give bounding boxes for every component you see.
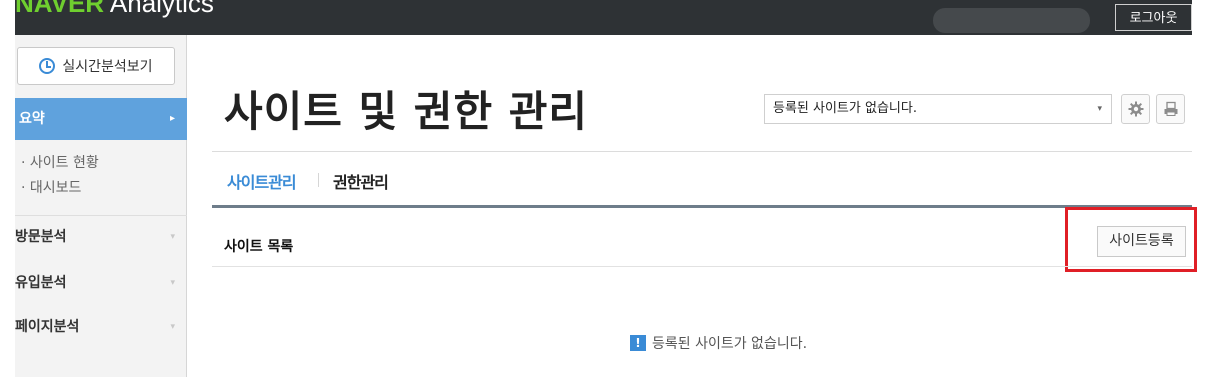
site-select-value: 등록된 사이트가 없습니다. (773, 101, 917, 116)
chevron-down-icon: ▾ (170, 278, 175, 288)
chevron-right-icon: ▸ (169, 113, 175, 124)
clock-icon (39, 58, 56, 74)
info-icon: ! (630, 335, 646, 351)
sidebar-divider (15, 215, 187, 216)
sidebar-item-inflow-analysis[interactable]: 유입분석 ▾ (15, 263, 187, 303)
top-bar: NAVER Analytics 로그아웃 (15, 0, 1192, 35)
register-site-button[interactable]: 사이트등록 (1097, 226, 1186, 257)
settings-button[interactable] (1121, 94, 1150, 124)
sidebar-subitem-dashboard[interactable]: · 대시보드 (15, 176, 187, 201)
sidebar-item-visit-analysis[interactable]: 방문분석 ▾ (15, 217, 187, 257)
site-list-title: 사이트 목록 (224, 239, 294, 255)
tab-separator (318, 173, 319, 187)
print-button[interactable] (1156, 94, 1185, 124)
list-divider (212, 266, 1192, 267)
chevron-down-icon: ▾ (170, 232, 175, 242)
summary-submenu: · 사이트 현황 · 대시보드 (15, 151, 187, 201)
site-select[interactable]: 등록된 사이트가 없습니다. ▾ (764, 94, 1112, 124)
sidebar-item-label: 유입분석 (15, 275, 67, 291)
realtime-analysis-button[interactable]: 실시간분석보기 (17, 47, 175, 85)
tab-permission-management[interactable]: 권한관리 (333, 169, 389, 193)
realtime-analysis-label: 실시간분석보기 (62, 59, 153, 75)
page-title: 사이트 및 권한 관리 (224, 87, 588, 136)
sidebar-item-summary-label: 요약 (19, 111, 45, 127)
gear-icon (1128, 101, 1143, 117)
empty-state: ! 등록된 사이트가 없습니다. (630, 333, 807, 353)
tab-underline (212, 205, 1192, 208)
logo-brand: NAVER (15, 0, 105, 18)
logout-button[interactable]: 로그아웃 (1115, 4, 1192, 31)
print-icon (1164, 101, 1177, 116)
empty-state-text: 등록된 사이트가 없습니다. (652, 336, 808, 352)
sidebar: 실시간분석보기 요약 ▸ · 사이트 현황 · 대시보드 방문분석 ▾ 유입분석… (15, 35, 187, 377)
chevron-down-icon: ▾ (1097, 104, 1102, 114)
chevron-down-icon: ▾ (170, 322, 175, 332)
logo-product: Analytics (109, 0, 214, 18)
sidebar-item-label: 페이지분석 (15, 319, 80, 335)
sidebar-item-summary[interactable]: 요약 ▸ (15, 98, 187, 140)
logo[interactable]: NAVER Analytics (15, 0, 214, 19)
user-info[interactable] (933, 8, 1090, 33)
sidebar-item-page-analysis[interactable]: 페이지분석 ▾ (15, 307, 187, 347)
sidebar-subitem-site-status[interactable]: · 사이트 현황 (15, 151, 187, 176)
tab-site-management[interactable]: 사이트관리 (227, 169, 297, 193)
header-divider (212, 151, 1192, 152)
sidebar-item-label: 방문분석 (15, 229, 67, 245)
